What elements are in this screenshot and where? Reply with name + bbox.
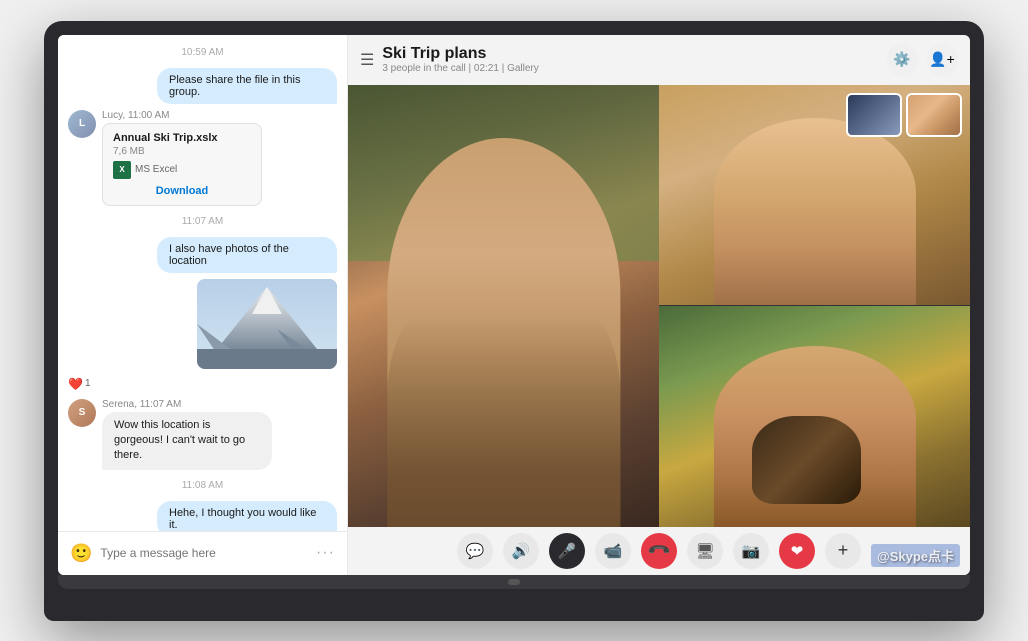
laptop-base	[58, 575, 970, 589]
chat-icon: 💬	[466, 542, 485, 560]
outgoing-msg-3: Hehe, I thought you would like it.	[157, 501, 337, 531]
mic-icon: 🎤	[558, 542, 577, 560]
outgoing-msg-2: I also have photos of the location	[157, 237, 337, 273]
video-call-panel: ☰ Ski Trip plans 3 people in the call | …	[348, 35, 970, 575]
laptop-screen: 10:59 AM Please share the file in this g…	[58, 35, 970, 575]
heart-reaction: ❤️	[68, 377, 83, 391]
chat-panel: 10:59 AM Please share the file in this g…	[58, 35, 348, 575]
laptop-frame: 10:59 AM Please share the file in this g…	[44, 21, 984, 621]
pip-videos	[846, 93, 962, 137]
right-videos	[659, 85, 970, 527]
screen-share-button[interactable]: 🖥	[687, 533, 723, 569]
settings-button[interactable]: ⚙️	[886, 44, 918, 76]
top-right-person	[713, 118, 915, 305]
emoji-button[interactable]: 🙂	[70, 543, 92, 564]
file-type-label: MS Excel	[135, 164, 177, 175]
hamburger-icon[interactable]: ☰	[360, 50, 374, 70]
lucy-file-row: L Lucy, 11:00 AM Annual Ski Trip.xslx 7,…	[68, 110, 337, 206]
reaction-button[interactable]: ❤	[779, 533, 815, 569]
add-person-button[interactable]: 👤+	[926, 44, 958, 76]
video-grid	[348, 85, 970, 527]
laptop-notch	[508, 579, 520, 585]
main-video-bg	[348, 85, 659, 527]
volume-icon: 🔊	[512, 542, 531, 560]
video-icon: 📹	[604, 542, 623, 560]
file-card: Annual Ski Trip.xslx 7,6 MB X MS Excel D…	[102, 123, 262, 206]
video-button[interactable]: 📹	[595, 533, 631, 569]
end-call-icon: 📞	[646, 538, 672, 564]
serena-sender-label: Serena, 11:07 AM	[102, 399, 337, 410]
timestamp-1108: 11:08 AM	[68, 480, 337, 491]
timestamp-1059: 10:59 AM	[68, 47, 337, 58]
video-top-right	[659, 85, 970, 307]
camera-button[interactable]: 📷	[733, 533, 769, 569]
reaction-count: 1	[85, 378, 91, 389]
call-header-right: ⚙️ 👤+	[886, 44, 958, 76]
timestamp-1107: 11:07 AM	[68, 216, 337, 227]
call-title-block: Ski Trip plans 3 people in the call | 02…	[382, 45, 538, 74]
download-button[interactable]: Download	[113, 185, 251, 197]
chat-toggle-button[interactable]: 💬	[457, 533, 493, 569]
end-call-button[interactable]: 📞	[641, 533, 677, 569]
screen-icon: 🖥	[695, 542, 714, 560]
main-video	[348, 85, 659, 527]
mic-button[interactable]: 🎤	[549, 533, 585, 569]
outgoing-msg-1: Please share the file in this group.	[157, 68, 337, 104]
avatar-lucy: L	[68, 110, 96, 138]
avatar-serena: S	[68, 399, 96, 427]
more-options-button[interactable]: ···	[316, 544, 335, 562]
heart-icon: ❤	[791, 542, 804, 560]
file-type-row: X MS Excel	[113, 161, 251, 179]
pip-video-1	[846, 93, 902, 137]
lucy-sender-label: Lucy, 11:00 AM	[102, 110, 337, 121]
more-actions-button[interactable]: +	[825, 533, 861, 569]
file-title: Annual Ski Trip.xslx	[113, 132, 251, 144]
serena-msg-content: Serena, 11:07 AM Wow this location is go…	[102, 399, 337, 470]
lucy-msg-content: Lucy, 11:00 AM Annual Ski Trip.xslx 7,6 …	[102, 110, 337, 206]
reaction-row: ❤️ 1	[68, 377, 337, 391]
camera-icon: 📷	[742, 542, 761, 560]
pip-video-2	[906, 93, 962, 137]
call-subtitle: 3 people in the call | 02:21 | Gallery	[382, 63, 538, 74]
chat-messages: 10:59 AM Please share the file in this g…	[58, 35, 347, 531]
serena-bubble: Wow this location is gorgeous! I can't w…	[102, 412, 272, 470]
excel-icon: X	[113, 161, 131, 179]
volume-button[interactable]: 🔊	[503, 533, 539, 569]
watermark: @Skype点卡	[871, 544, 960, 567]
chat-input-bar: 🙂 ···	[58, 531, 347, 575]
call-title: Ski Trip plans	[382, 45, 538, 63]
serena-msg-row: S Serena, 11:07 AM Wow this location is …	[68, 399, 337, 470]
file-size: 7,6 MB	[113, 146, 251, 157]
chat-input[interactable]	[100, 546, 308, 560]
screen-content: 10:59 AM Please share the file in this g…	[58, 35, 970, 575]
video-bottom-right	[659, 306, 970, 527]
photo-thumbnail	[197, 279, 337, 369]
plus-icon: +	[838, 540, 849, 561]
call-header: ☰ Ski Trip plans 3 people in the call | …	[348, 35, 970, 85]
